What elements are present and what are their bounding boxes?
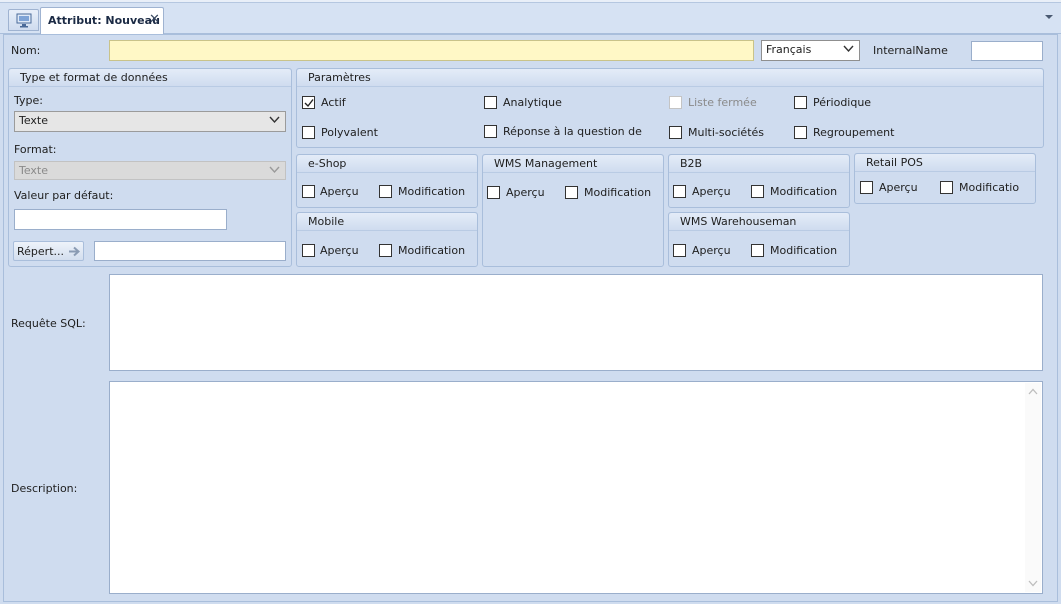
description-textarea[interactable]	[109, 381, 1043, 594]
chevron-down-icon	[1045, 15, 1053, 19]
wms-management-preview-label: Aperçu	[506, 186, 545, 199]
retail-pos-modification-checkbox[interactable]	[940, 181, 953, 194]
format-label: Format:	[14, 143, 57, 156]
repertoire-button[interactable]: Répert...	[13, 241, 84, 261]
group-title: Paramètres	[308, 71, 371, 84]
default-value-label: Valeur par défaut:	[14, 189, 114, 202]
name-input[interactable]	[109, 40, 754, 61]
multi-societes-label: Multi-sociétés	[688, 126, 765, 139]
group-title: Type et format de données	[20, 71, 168, 84]
chevron-down-icon[interactable]	[1028, 580, 1038, 587]
group-title: Mobile	[308, 215, 345, 228]
retail-pos-group: Retail POS	[854, 153, 1036, 204]
format-select: Texte	[14, 161, 286, 180]
wms-warehouseman-modification-checkbox[interactable]	[751, 244, 764, 257]
reponse-question-label: Réponse à la question de	[503, 125, 642, 138]
tab-list-dropdown[interactable]	[1043, 11, 1055, 23]
group-title: WMS Management	[494, 157, 598, 170]
internal-name-label: InternalName	[873, 44, 948, 57]
chevron-down-icon	[269, 166, 280, 174]
check-icon	[304, 99, 314, 108]
analytique-label: Analytique	[503, 96, 562, 109]
name-label: Nom:	[11, 44, 41, 57]
group-title: WMS Warehouseman	[680, 215, 797, 228]
wms-management-preview-checkbox[interactable]	[487, 186, 500, 199]
type-label: Type:	[14, 94, 43, 107]
retail-pos-preview-checkbox[interactable]	[860, 181, 873, 194]
home-tab[interactable]	[8, 9, 39, 31]
polyvalent-label: Polyvalent	[321, 126, 378, 139]
wms-management-modification-label: Modification	[584, 186, 652, 199]
mobile-preview-checkbox[interactable]	[302, 244, 315, 257]
group-title: Retail POS	[866, 156, 923, 169]
format-select-value: Texte	[19, 164, 49, 177]
repertoire-input[interactable]	[94, 241, 286, 261]
group-title: e-Shop	[308, 157, 347, 170]
eshop-preview-label: Aperçu	[320, 185, 359, 198]
description-scrollbar[interactable]	[1025, 383, 1041, 592]
chevron-down-icon	[843, 45, 854, 53]
close-icon[interactable]: ✕	[149, 12, 160, 27]
regroupement-label: Regroupement	[813, 126, 895, 139]
eshop-preview-checkbox[interactable]	[302, 185, 315, 198]
mobile-preview-label: Aperçu	[320, 244, 359, 257]
retail-pos-modification-label: Modificatio	[959, 181, 1020, 194]
mobile-modification-checkbox[interactable]	[379, 244, 392, 257]
internal-name-input[interactable]	[971, 41, 1043, 61]
type-select-value: Texte	[19, 114, 49, 127]
eshop-modification-checkbox[interactable]	[379, 185, 392, 198]
reponse-question-checkbox[interactable]	[484, 125, 497, 138]
periodique-label: Périodique	[813, 96, 872, 109]
tab-title: Attribut: Nouveau	[48, 14, 160, 27]
liste-fermee-label: Liste fermée	[688, 96, 757, 109]
eshop-modification-label: Modification	[398, 185, 466, 198]
polyvalent-checkbox[interactable]	[302, 126, 315, 139]
b2b-group: B2B	[668, 154, 850, 208]
sql-textarea[interactable]	[109, 274, 1043, 371]
mobile-modification-label: Modification	[398, 244, 466, 257]
eshop-group: e-Shop	[296, 154, 478, 208]
group-title: B2B	[680, 157, 703, 170]
b2b-preview-checkbox[interactable]	[673, 185, 686, 198]
b2b-modification-label: Modification	[770, 185, 838, 198]
arrow-right-icon	[69, 246, 81, 257]
actif-label: Actif	[321, 96, 346, 109]
multi-societes-checkbox[interactable]	[669, 126, 682, 139]
regroupement-checkbox[interactable]	[794, 126, 807, 139]
language-select[interactable]: Français	[761, 40, 860, 61]
chevron-down-icon	[269, 116, 280, 124]
wms-warehouseman-group: WMS Warehouseman	[668, 212, 850, 267]
wms-management-modification-checkbox[interactable]	[565, 186, 578, 199]
mobile-group: Mobile	[296, 212, 478, 267]
wms-warehouseman-preview-label: Aperçu	[692, 244, 731, 257]
periodique-checkbox[interactable]	[794, 96, 807, 109]
type-select[interactable]: Texte	[14, 111, 286, 132]
tab-attribut-nouveau[interactable]: Attribut: Nouveau ✕	[40, 7, 164, 34]
analytique-checkbox[interactable]	[484, 96, 497, 109]
sql-label: Requête SQL:	[11, 317, 86, 330]
default-value-input[interactable]	[14, 209, 227, 230]
description-label: Description:	[11, 482, 78, 495]
wms-management-group: WMS Management	[482, 154, 664, 267]
language-select-value: Français	[766, 43, 812, 56]
monitor-icon	[16, 13, 32, 28]
wms-warehouseman-modification-label: Modification	[770, 244, 838, 257]
liste-fermee-checkbox	[669, 96, 682, 109]
chevron-up-icon[interactable]	[1028, 388, 1038, 395]
retail-pos-preview-label: Aperçu	[879, 181, 918, 194]
b2b-preview-label: Aperçu	[692, 185, 731, 198]
top-strip	[0, 0, 1061, 3]
b2b-modification-checkbox[interactable]	[751, 185, 764, 198]
actif-checkbox[interactable]	[302, 96, 315, 109]
wms-warehouseman-preview-checkbox[interactable]	[673, 244, 686, 257]
